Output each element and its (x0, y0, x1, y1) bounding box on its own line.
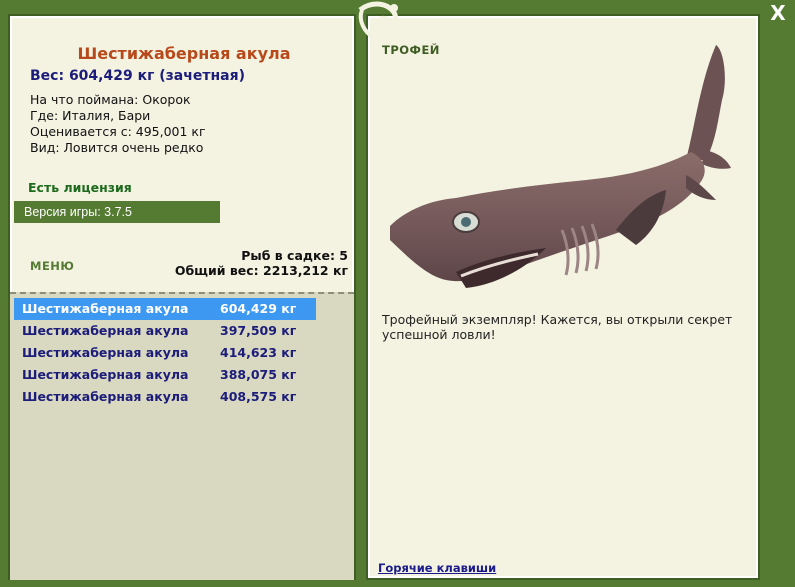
bait-info: На что поймана: Окорок (30, 92, 191, 107)
list-item-name: Шестижаберная акула (22, 301, 189, 316)
list-item-name: Шестижаберная акула (22, 389, 189, 404)
menu-button[interactable]: МЕНЮ (30, 259, 74, 273)
shark-image (390, 45, 731, 288)
total-weight: Общий вес: 2213,212 кг (174, 263, 348, 278)
list-item-weight: 397,509 кг (220, 323, 297, 338)
list-item-weight: 604,429 кг (220, 301, 297, 316)
catch-list: Шестижаберная акула 604,429 кг Шестижабе… (10, 292, 354, 580)
lizard-logo-icon (358, 1, 398, 40)
list-item[interactable]: Шестижаберная акула 604,429 кг (14, 298, 316, 320)
license-status: Есть лицензия (28, 180, 132, 195)
list-item[interactable]: Шестижаберная акула 397,509 кг (14, 320, 316, 342)
rarity-info: Вид: Ловится очень редко (30, 140, 204, 155)
list-item[interactable]: Шестижаберная акула 388,075 кг (14, 364, 316, 386)
list-item-weight: 408,575 кг (220, 389, 297, 404)
trophy-description: Трофейный экземпляр! Кажется, вы открыли… (382, 312, 733, 342)
list-item-name: Шестижаберная акула (22, 367, 189, 382)
version-bar: Версия игры: 3.7.5 (14, 201, 220, 223)
fish-info-panel: Шестижаберная акула Вес: 604,429 кг (зач… (8, 14, 356, 580)
list-item-name: Шестижаберная акула (22, 345, 189, 360)
value-info: Оценивается с: 495,001 кг (30, 124, 206, 139)
fish-name-title: Шестижаберная акула (77, 44, 291, 63)
list-item[interactable]: Шестижаберная акула 408,575 кг (14, 386, 316, 408)
fish-weight: Вес: 604,429 кг (зачетная) (30, 68, 245, 84)
fish-count: Рыб в садке: 5 (241, 248, 348, 263)
close-button[interactable]: X (764, 2, 792, 24)
hotkeys-link[interactable]: Горячие клавиши (378, 561, 496, 575)
list-item[interactable]: Шестижаберная акула 414,623 кг (14, 342, 316, 364)
list-item-weight: 414,623 кг (220, 345, 297, 360)
catch-stats: Рыб в садке: 5 Общий вес: 2213,212 кг (175, 248, 348, 278)
list-item-name: Шестижаберная акула (22, 323, 189, 338)
list-item-weight: 388,075 кг (220, 367, 297, 382)
location-info: Где: Италия, Бари (30, 108, 151, 123)
